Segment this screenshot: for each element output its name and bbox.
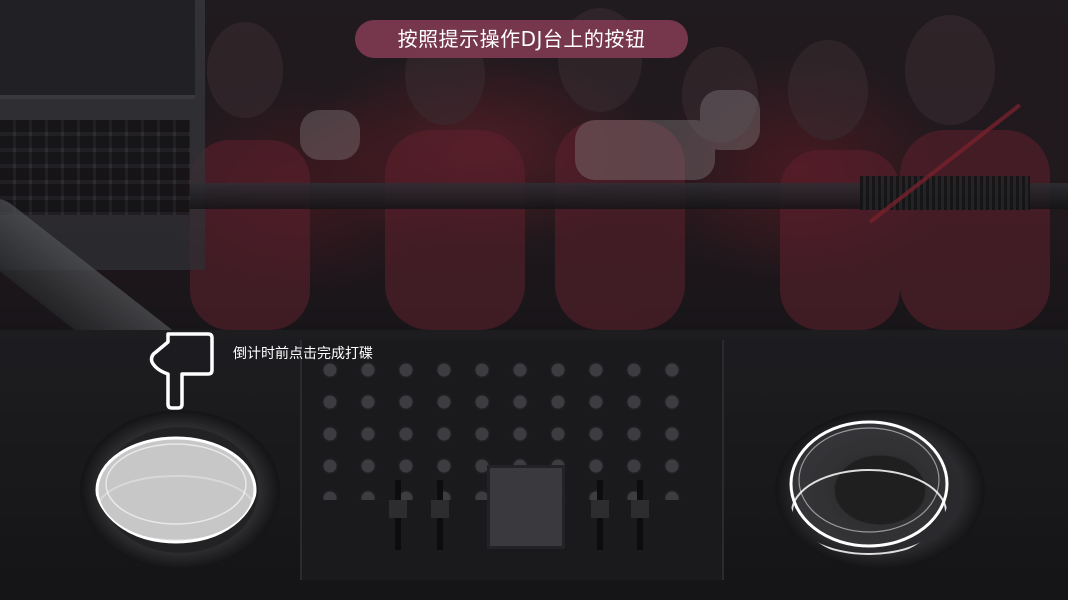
game-stage: 按照提示操作DJ台上的按钮 倒计时前点击完成打碟	[0, 0, 1068, 600]
instruction-title: 按照提示操作DJ台上的按钮	[397, 27, 646, 51]
right-disc-button[interactable]	[788, 418, 950, 558]
hint-text: 倒计时前点击完成打碟	[233, 346, 373, 362]
left-disc-button[interactable]	[94, 420, 258, 544]
hand-pointer-down-icon	[149, 332, 214, 410]
instruction-banner: 按照提示操作DJ台上的按钮	[355, 20, 688, 58]
